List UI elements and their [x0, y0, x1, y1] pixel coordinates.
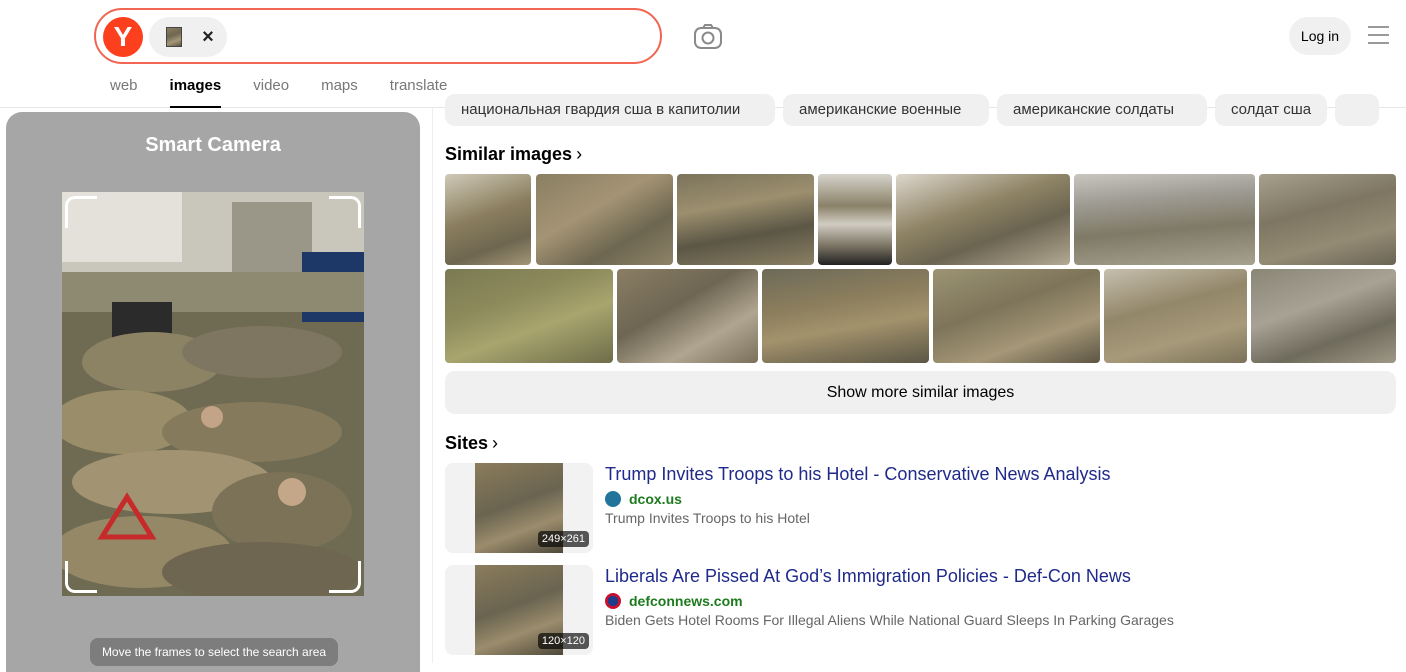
similar-image-thumb[interactable] [1074, 174, 1255, 265]
smart-camera-panel: Smart Camera Move the frames to select t… [6, 112, 420, 672]
yandex-logo[interactable]: Y [103, 17, 143, 57]
similar-image-thumb[interactable] [1251, 269, 1396, 363]
site-result[interactable]: 249×261 Trump Invites Troops to his Hote… [445, 463, 1395, 553]
query-photo [62, 192, 364, 596]
site-domain[interactable]: defconnews.com [629, 593, 743, 609]
sites-heading[interactable]: Sites › [445, 433, 498, 454]
similar-image-thumb[interactable] [896, 174, 1070, 265]
site-thumbnail[interactable]: 249×261 [445, 463, 593, 553]
frame-corner-bottom-left[interactable] [65, 561, 97, 593]
frame-hint: Move the frames to select the search are… [90, 638, 338, 666]
tab-images[interactable]: images [169, 76, 221, 108]
search-box[interactable]: Y × [94, 8, 662, 64]
site-domain-row: defconnews.com [605, 592, 743, 610]
login-button[interactable]: Log in [1289, 17, 1351, 55]
wordpress-favicon-icon [605, 491, 621, 507]
defcon-favicon-icon [605, 593, 621, 609]
sites-title: Sites [445, 433, 489, 453]
similar-image-thumb[interactable] [818, 174, 892, 265]
similar-image-thumb[interactable] [445, 269, 613, 363]
chevron-right-icon: › [576, 144, 583, 164]
similar-image-thumb[interactable] [1104, 269, 1247, 363]
related-query-pill[interactable]: национальная гвардия сша в капитолии [445, 94, 775, 126]
site-description: Biden Gets Hotel Rooms For Illegal Alien… [605, 612, 1174, 628]
site-thumbnail[interactable]: 120×120 [445, 565, 593, 655]
image-dimensions: 249×261 [537, 531, 589, 547]
hamburger-menu-icon[interactable] [1368, 26, 1390, 46]
site-domain-row: dcox.us [605, 490, 682, 508]
frame-corner-bottom-right[interactable] [329, 561, 361, 593]
related-query-pill[interactable]: солдат сша [1215, 94, 1327, 126]
similar-image-thumb[interactable] [536, 174, 673, 265]
tab-translate[interactable]: translate [390, 76, 448, 108]
site-title-link[interactable]: Trump Invites Troops to his Hotel - Cons… [605, 464, 1111, 485]
frame-corner-top-left[interactable] [65, 196, 97, 228]
image-query-chip[interactable]: × [149, 17, 227, 57]
site-title-link[interactable]: Liberals Are Pissed At God’s Immigration… [605, 566, 1131, 587]
site-description: Trump Invites Troops to his Hotel [605, 510, 810, 526]
similar-image-thumb[interactable] [1259, 174, 1396, 265]
results-content: национальная гвардия сша в капитолии аме… [432, 94, 1406, 663]
similar-image-thumb[interactable] [933, 269, 1100, 363]
similar-images-title: Similar images [445, 144, 573, 164]
header: Y × Log in web images video maps transla… [0, 0, 1406, 108]
related-queries: национальная гвардия сша в капитолии аме… [445, 94, 1387, 126]
related-query-pill[interactable]: американские солдаты [997, 94, 1207, 126]
search-tabs: web images video maps translate [110, 76, 479, 108]
query-image-thumbnail [166, 27, 182, 47]
camera-icon[interactable] [692, 22, 724, 52]
similar-image-thumb[interactable] [677, 174, 814, 265]
site-result[interactable]: 120×120 Liberals Are Pissed At God’s Imm… [445, 565, 1395, 655]
site-domain[interactable]: dcox.us [629, 491, 682, 507]
similar-image-thumb[interactable] [762, 269, 929, 363]
similar-image-thumb[interactable] [445, 174, 531, 265]
tab-maps[interactable]: maps [321, 76, 358, 108]
related-query-pill-more[interactable] [1335, 94, 1379, 126]
close-icon[interactable]: × [197, 25, 219, 49]
image-dimensions: 120×120 [537, 633, 589, 649]
similar-images-heading[interactable]: Similar images › [445, 144, 582, 165]
smart-camera-title: Smart Camera [145, 134, 281, 156]
related-query-pill[interactable]: американские военные [783, 94, 989, 126]
show-more-similar-button[interactable]: Show more similar images [445, 371, 1396, 414]
soldiers-photo [62, 192, 364, 596]
similar-image-thumb[interactable] [617, 269, 758, 363]
tab-video[interactable]: video [253, 76, 289, 108]
frame-corner-top-right[interactable] [329, 196, 361, 228]
tab-web[interactable]: web [110, 76, 138, 108]
chevron-right-icon: › [492, 433, 499, 453]
